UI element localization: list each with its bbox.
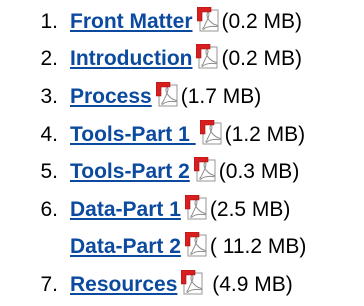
list-item: 5. Tools-Part 2 (0.3 MB) [0, 153, 364, 191]
item-number: 1. [40, 9, 58, 33]
file-size: (0.3 MB) [218, 160, 300, 184]
item-number: 4. [40, 122, 58, 146]
document-link-tools-part-2[interactable]: Tools-Part 2 [70, 160, 190, 184]
list-item: 2. Introduction (0.2 MB) [0, 41, 364, 79]
pdf-icon[interactable] [156, 82, 180, 108]
file-size: (1.7 MB) [180, 84, 262, 108]
pdf-icon[interactable] [196, 44, 220, 70]
list-item: Data-Part 2 ( 11.2 MB) [0, 229, 364, 267]
list-item: 1. Front Matter (0.2 MB) [0, 3, 364, 41]
list-item: 6. Data-Part 1 (2.5 MB) [0, 191, 364, 229]
pdf-icon[interactable] [194, 157, 218, 183]
document-link-front-matter[interactable]: Front Matter [70, 10, 193, 34]
pdf-icon[interactable] [197, 7, 221, 33]
document-link-process[interactable]: Process [70, 85, 152, 109]
file-size: (1.2 MB) [224, 122, 306, 146]
document-link-introduction[interactable]: Introduction [70, 47, 192, 71]
document-link-data-part-1[interactable]: Data-Part 1 [70, 198, 181, 222]
item-number: 2. [40, 47, 58, 71]
pdf-icon[interactable] [200, 120, 224, 146]
item-number: 6. [40, 197, 58, 221]
item-number: 7. [40, 272, 58, 296]
file-size: (2.5 MB) [209, 197, 291, 221]
pdf-icon[interactable] [185, 232, 209, 258]
document-link-resources[interactable]: Resources [70, 273, 177, 297]
list-item: 7. Resources (4.9 MB) [0, 266, 364, 304]
item-number: 5. [40, 160, 58, 184]
document-link-tools-part-1[interactable]: Tools-Part 1 [70, 123, 196, 147]
list-item: 3. Process (1.7 MB) [0, 78, 364, 116]
file-size: ( 11.2 MB) [209, 235, 307, 259]
file-size: (0.2 MB) [221, 47, 302, 71]
file-size: (0.2 MB) [221, 9, 303, 33]
list-item: 4. Tools-Part 1 (1.2 MB) [0, 116, 364, 154]
document-list: 1. Front Matter (0.2 MB) 2. Introduction… [0, 3, 364, 304]
document-link-data-part-2[interactable]: Data-Part 2 [70, 235, 181, 259]
pdf-icon[interactable] [181, 270, 205, 296]
pdf-icon[interactable] [185, 195, 209, 221]
file-size: (4.9 MB) [206, 272, 293, 296]
item-number: 3. [40, 84, 58, 108]
